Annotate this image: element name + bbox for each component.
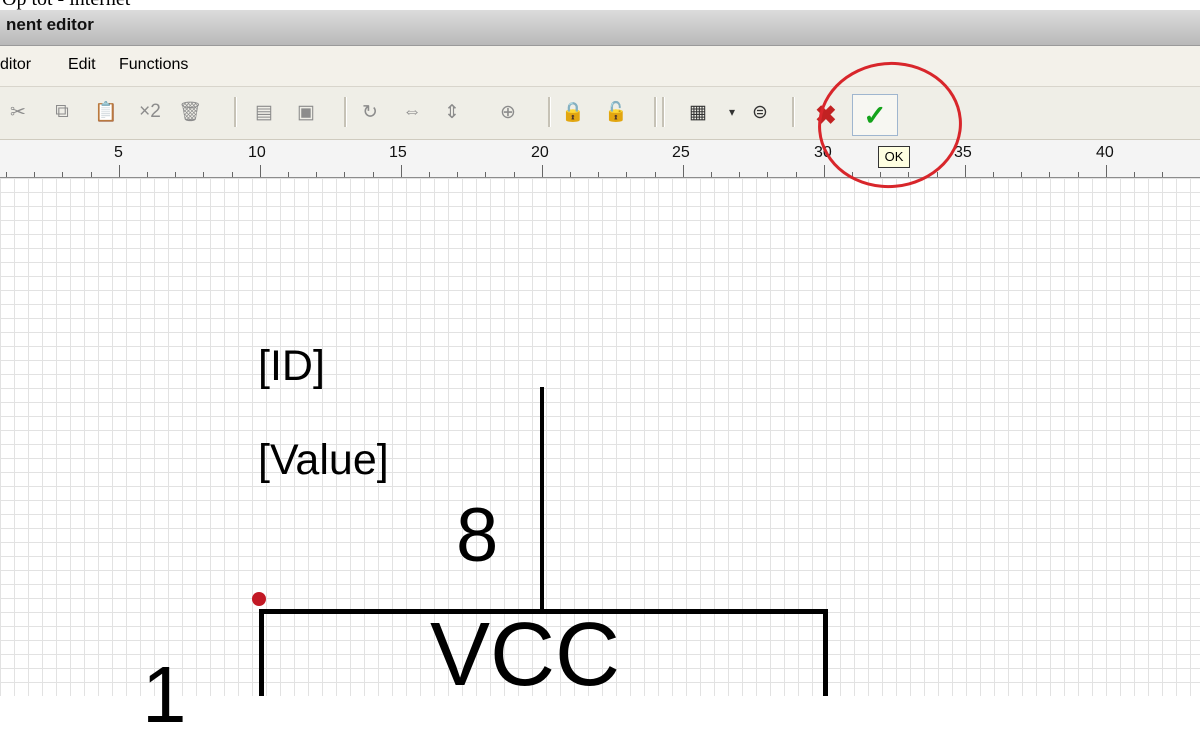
ruler-tick (232, 172, 233, 177)
ruler-tick (485, 172, 486, 177)
ruler-tick (1106, 165, 1107, 177)
pin-wire-top[interactable] (540, 387, 544, 613)
id-label[interactable]: [ID] (258, 342, 325, 391)
window-titlebar: nent editor (0, 10, 1200, 46)
ruler-tick (711, 172, 712, 177)
rotate-icon[interactable]: ↻ (356, 98, 384, 126)
component-body-label[interactable]: VCC (430, 610, 620, 700)
toolbar-separator (662, 97, 665, 127)
ruler-tick (824, 165, 825, 177)
ruler-tick (6, 172, 7, 177)
toolbar-separator (344, 97, 347, 127)
ruler-tick (514, 172, 515, 177)
component-body-right-edge[interactable] (823, 609, 828, 696)
ruler-label: 10 (248, 144, 266, 161)
duplicate-label: ×2 (139, 101, 161, 122)
horizontal-ruler: 5 10 15 20 25 30 35 40 (0, 140, 1200, 178)
ruler-tick (260, 165, 261, 177)
pin-number-top[interactable]: 8 (456, 492, 498, 579)
ruler-tick (203, 172, 204, 177)
pin-icon[interactable]: ⊕ (494, 98, 522, 126)
ruler-tick (1162, 172, 1163, 177)
cut-icon[interactable]: ✂ (4, 98, 32, 126)
ruler-tick (626, 172, 627, 177)
ruler-tick (344, 172, 345, 177)
ruler-tick (34, 172, 35, 177)
ruler-tick (1134, 172, 1135, 177)
ruler-tick (542, 165, 543, 177)
ruler-tick (937, 172, 938, 177)
ruler-tick (91, 172, 92, 177)
menu-item-editor[interactable]: ditor (0, 56, 31, 74)
ruler-tick (683, 165, 684, 177)
ruler-label: 5 (114, 144, 123, 161)
ruler-label: 40 (1096, 144, 1114, 161)
ruler-tick (62, 172, 63, 177)
ruler-tick (1049, 172, 1050, 177)
ruler-tick (965, 165, 966, 177)
pin-number-left[interactable]: 1 (142, 655, 187, 735)
zoom-icon[interactable]: ⊜ (746, 98, 774, 126)
ruler-tick (767, 172, 768, 177)
ruler-tick (457, 172, 458, 177)
copy-icon[interactable]: ⧉ (48, 98, 76, 126)
ruler-tick (796, 172, 797, 177)
ruler-tick (598, 172, 599, 177)
mirror-horizontal-icon[interactable]: ⇔ (398, 98, 426, 126)
component-body-left-edge[interactable] (259, 609, 264, 696)
value-label[interactable]: [Value] (258, 436, 389, 485)
page-caption: Op tot - internet (2, 0, 130, 10)
delete-icon[interactable]: 🗑 (176, 98, 204, 126)
page-caption-strip: Op tot - internet (0, 0, 1200, 10)
ruler-tick (1078, 172, 1079, 177)
paste-icon[interactable]: 📋 (92, 98, 120, 126)
menu-item-functions[interactable]: Functions (119, 56, 188, 74)
move-front-icon[interactable]: ▣ (292, 98, 320, 126)
toolbar-separator (234, 97, 237, 127)
ruler-tick (119, 165, 120, 177)
anchor-dot[interactable] (252, 592, 266, 606)
menu-item-edit[interactable]: Edit (68, 56, 96, 74)
toolbar-separator (548, 97, 551, 127)
lock-icon[interactable]: 🔒 (559, 98, 587, 126)
toolbar-separator (654, 97, 657, 127)
ruler-tick (739, 172, 740, 177)
ruler-label: 25 (672, 144, 690, 161)
ruler-tick (373, 172, 374, 177)
ruler-label: 20 (531, 144, 549, 161)
ruler-tick (570, 172, 571, 177)
window-title: nent editor (6, 15, 94, 34)
ruler-tick (147, 172, 148, 177)
ruler-tick (1021, 172, 1022, 177)
duplicate-icon[interactable]: ×2 (136, 98, 164, 126)
ruler-tick (175, 172, 176, 177)
ruler-tick (429, 172, 430, 177)
grid-icon[interactable]: ▦ (684, 98, 712, 126)
unlock-icon[interactable]: 🔓 (602, 98, 630, 126)
move-back-icon[interactable]: ▤ (250, 98, 278, 126)
ruler-tick (316, 172, 317, 177)
menu-bar: ditor Edit Functions (0, 46, 1200, 87)
grid-dropdown-icon[interactable]: ▾ (718, 98, 746, 126)
ruler-label: 15 (389, 144, 407, 161)
toolbar: ✂ ⧉ 📋 ×2 🗑 ▤ ▣ ↻ ⇔ ⇕ ⊕ 🔒 🔓 ▦ ▾ ⊜ (0, 87, 1200, 140)
ruler-tick (401, 165, 402, 177)
ruler-tick (993, 172, 994, 177)
mirror-vertical-icon[interactable]: ⇕ (438, 98, 466, 126)
ruler-tick (655, 172, 656, 177)
ruler-tick (288, 172, 289, 177)
toolbar-separator (792, 97, 795, 127)
